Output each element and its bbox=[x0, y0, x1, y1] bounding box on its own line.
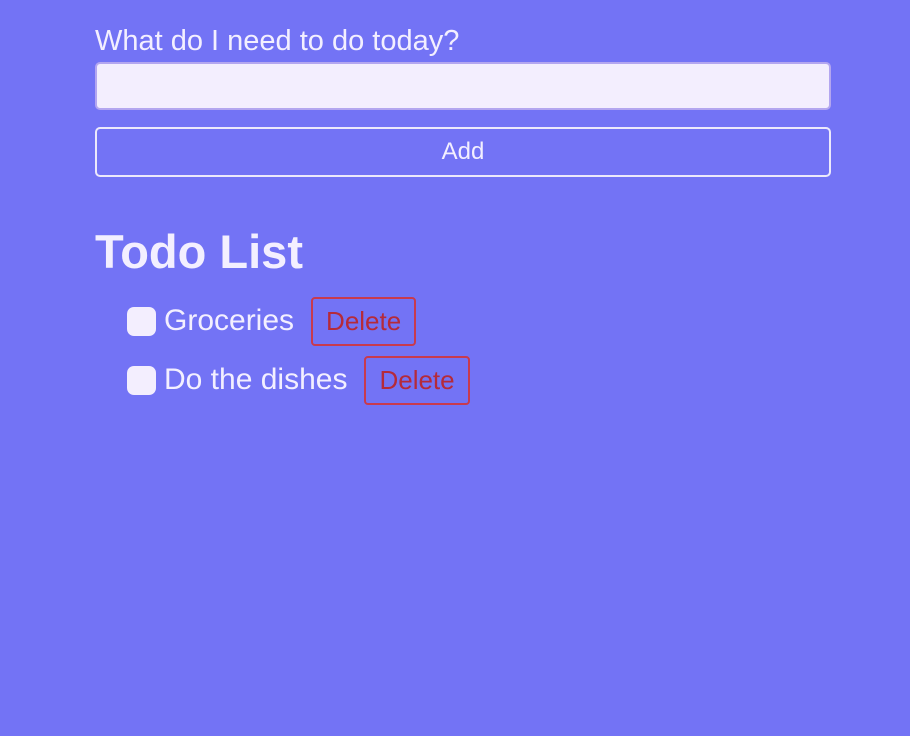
add-button[interactable]: Add bbox=[95, 127, 831, 177]
todo-item: Do the dishes Delete bbox=[127, 355, 470, 405]
todo-checkbox[interactable] bbox=[127, 306, 156, 336]
todo-item: Groceries Delete bbox=[127, 296, 470, 346]
task-input[interactable] bbox=[95, 62, 831, 110]
todo-checkbox[interactable] bbox=[127, 365, 156, 395]
todo-list: Groceries Delete Do the dishes Delete bbox=[127, 296, 470, 414]
todo-text: Groceries bbox=[164, 304, 295, 337]
delete-button[interactable]: Delete bbox=[364, 355, 470, 405]
list-title: Todo List bbox=[95, 225, 303, 278]
todo-text: Do the dishes bbox=[164, 363, 348, 396]
delete-button[interactable]: Delete bbox=[311, 296, 417, 346]
task-prompt-label: What do I need to do today? bbox=[95, 25, 460, 57]
